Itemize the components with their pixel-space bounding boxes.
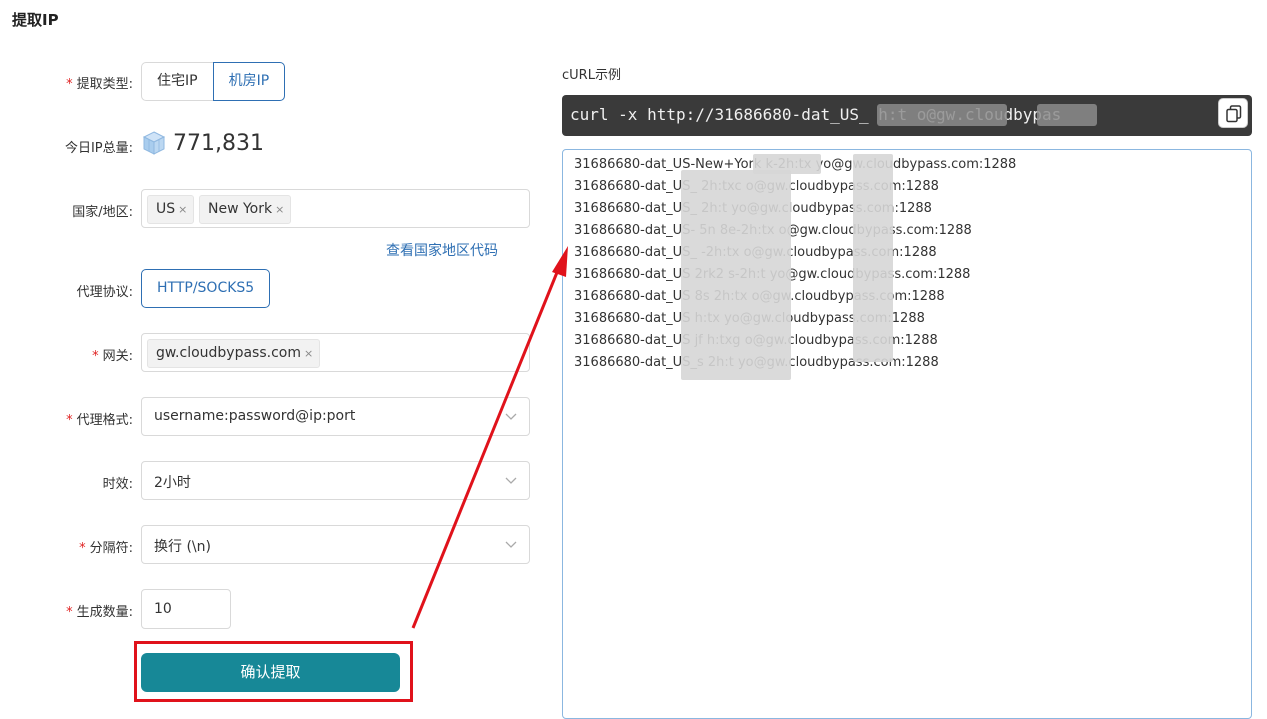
gateway-multiselect[interactable]: gw.cloudbypass.com × [141, 333, 530, 372]
option-residential-ip[interactable]: 住宅IP [141, 62, 213, 101]
format-label: * 代理格式: [66, 413, 133, 428]
extract-type-label: * 提取类型: [66, 77, 133, 92]
required-mark: * [92, 349, 99, 364]
chevron-down-icon [505, 477, 517, 484]
results-textarea[interactable]: 31686680-dat_US-New+York k-2h:tx yo@gw.c… [562, 149, 1252, 719]
required-mark: * [66, 413, 73, 428]
duration-value: 2小时 [154, 475, 191, 491]
page-title: 提取IP [12, 11, 59, 29]
quantity-value: 10 [154, 601, 172, 617]
format-select[interactable]: username:password@ip:port [141, 397, 530, 436]
redaction-blur [853, 154, 893, 362]
quantity-label: * 生成数量: [66, 605, 133, 620]
tag-remove-icon[interactable]: × [304, 347, 313, 360]
chevron-down-icon [505, 413, 517, 420]
curl-command-bar: curl -x http://31686680-dat_US_ h:t o@gw… [562, 95, 1252, 136]
required-mark: * [79, 541, 86, 556]
chevron-down-icon [505, 541, 517, 548]
protocol-label: 代理协议: [76, 285, 133, 300]
required-mark: * [66, 605, 73, 620]
redaction-blur [681, 170, 791, 380]
duration-label: 时效: [102, 477, 133, 492]
gateway-label: * 网关: [92, 349, 133, 364]
extract-type-segmented: 住宅IP 机房IP [141, 62, 286, 101]
tag-remove-icon[interactable]: × [178, 203, 187, 216]
redaction-blur [753, 154, 821, 174]
separator-value: 换行 (\n) [154, 539, 211, 555]
protocol-option-http-socks5[interactable]: HTTP/SOCKS5 [141, 269, 271, 308]
copy-button[interactable] [1218, 98, 1248, 128]
ip-cube-icon [142, 131, 166, 155]
separator-select[interactable]: 换行 (\n) [141, 525, 530, 564]
country-tag-new-york: New York × [199, 195, 292, 224]
redaction-blur [877, 104, 1007, 126]
country-tag-us: US × [147, 195, 195, 224]
copy-icon [1226, 105, 1242, 123]
country-code-link[interactable]: 查看国家地区代码 [386, 240, 498, 260]
separator-label: * 分隔符: [79, 541, 133, 556]
option-datacenter-ip[interactable]: 机房IP [212, 62, 286, 101]
today-total-value: 771,831 [173, 130, 264, 156]
annotation-highlight-box [134, 641, 413, 702]
curl-title: cURL示例 [562, 68, 621, 83]
redaction-blur [1037, 104, 1097, 126]
country-label: 国家/地区: [72, 205, 133, 220]
today-total-label: 今日IP总量: [64, 141, 133, 156]
duration-select[interactable]: 2小时 [141, 461, 530, 500]
gateway-tag: gw.cloudbypass.com × [147, 339, 321, 368]
today-total: 771,831 [141, 130, 264, 156]
required-mark: * [66, 77, 73, 92]
tag-remove-icon[interactable]: × [275, 203, 284, 216]
country-multiselect[interactable]: US × New York × [141, 189, 530, 228]
quantity-input[interactable]: 10 [141, 589, 231, 629]
format-value: username:password@ip:port [154, 408, 356, 424]
